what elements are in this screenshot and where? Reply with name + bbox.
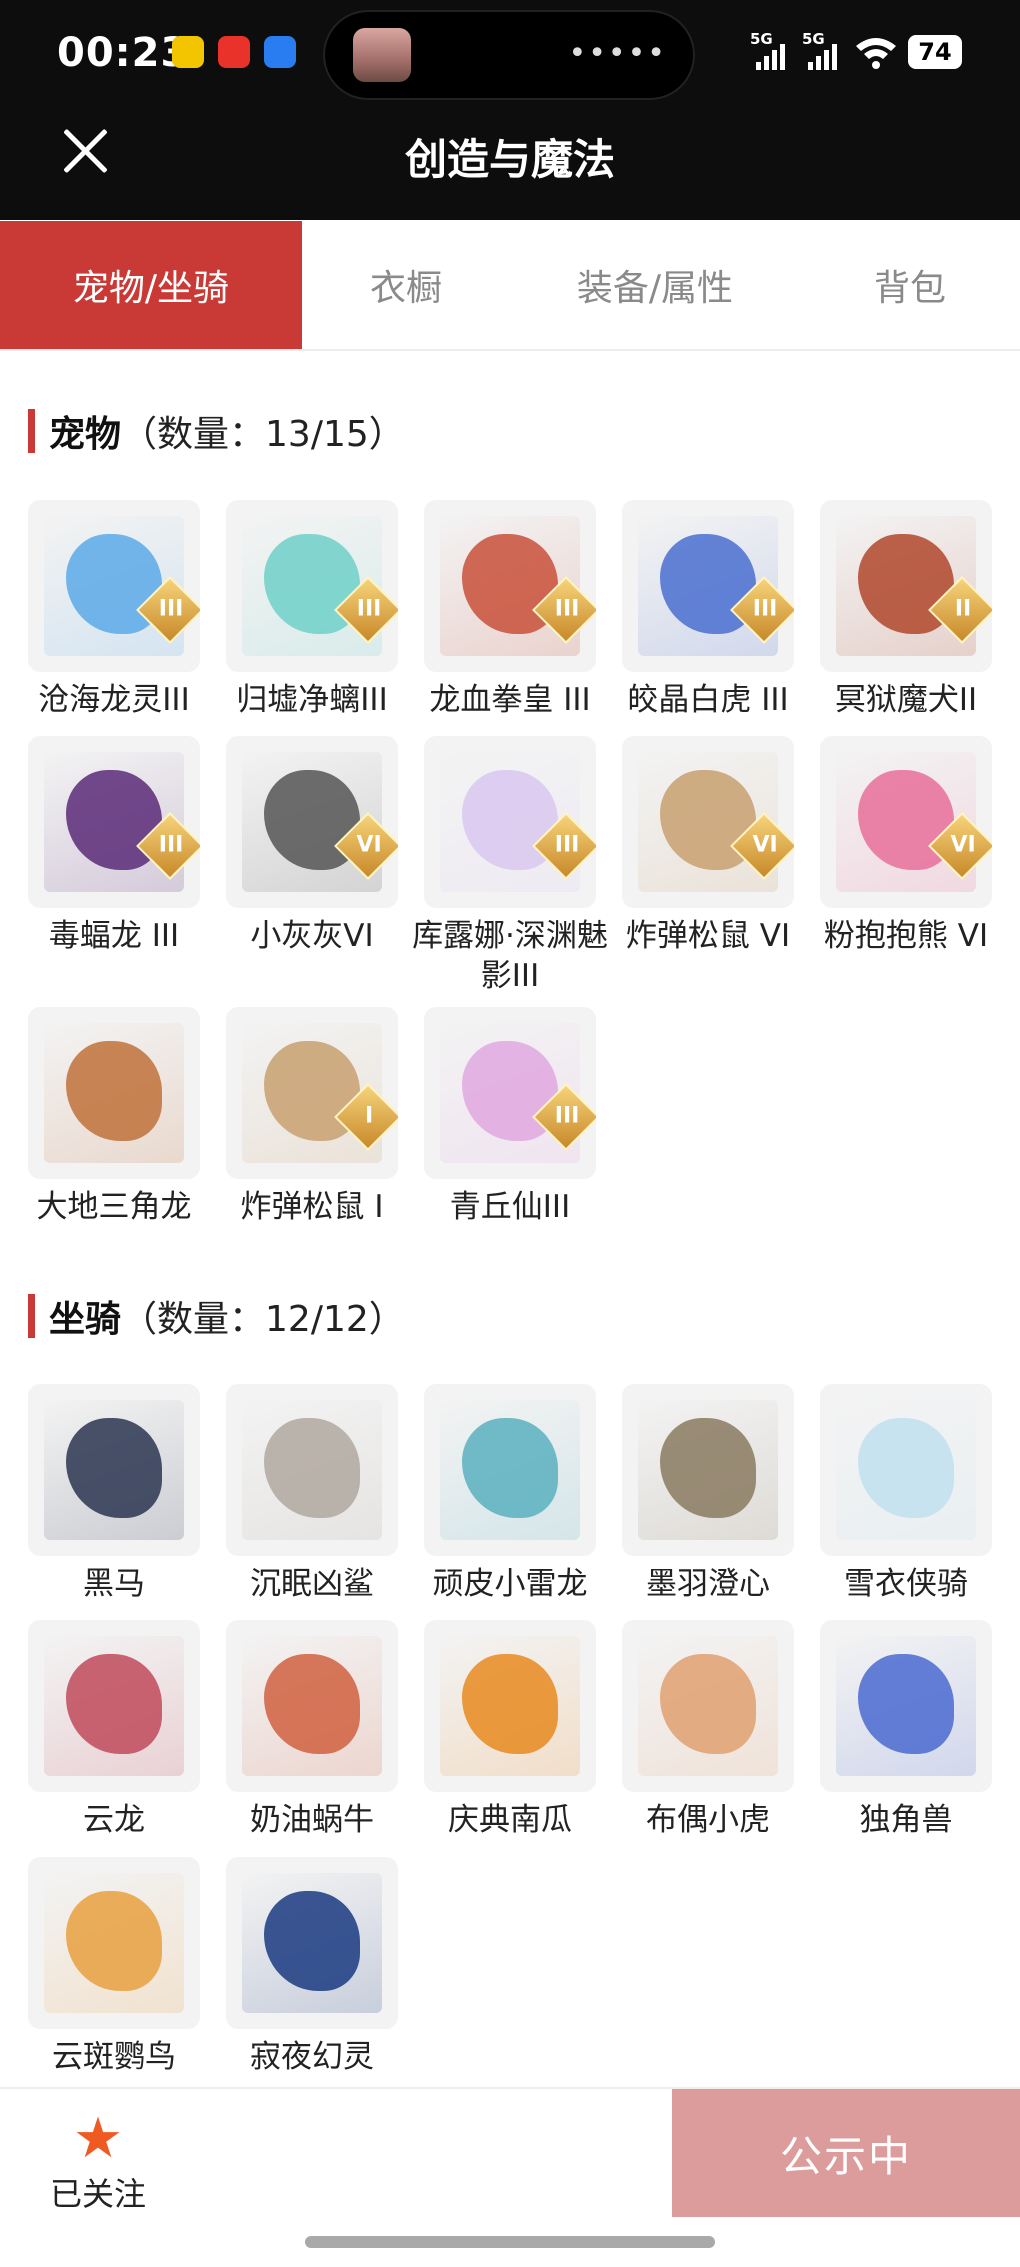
dynamic-island[interactable]: •••••	[323, 10, 695, 100]
wifi-icon	[856, 38, 896, 69]
section-title-mounts: 坐骑 （数量：12/12）	[28, 1293, 405, 1340]
item-name: 寂夜幻灵	[250, 2039, 374, 2075]
tab-pets-mounts[interactable]: 宠物/坐骑	[0, 221, 302, 349]
item-name: 布偶小虎	[646, 1802, 770, 1838]
item-thumbnail: I	[226, 1007, 398, 1179]
item-name: 毒蝠龙 III	[48, 918, 180, 954]
item-thumbnail: III	[28, 500, 200, 672]
app-header: 创造与魔法	[0, 110, 1020, 220]
item-thumbnail: III	[622, 500, 794, 672]
item-thumbnail: II	[820, 500, 992, 672]
item-name: 黑马	[83, 1566, 145, 1602]
item-thumbnail: VI	[622, 736, 794, 908]
item-thumbnail	[28, 1857, 200, 2029]
item-artwork	[242, 1636, 382, 1776]
item-thumbnail: III	[424, 500, 596, 672]
tab-bar: 宠物/坐骑 衣橱 装备/属性 背包	[0, 221, 1020, 351]
item-thumbnail	[28, 1007, 200, 1179]
item-name: 小灰灰VI	[250, 918, 374, 954]
item-artwork	[242, 1873, 382, 2013]
item-artwork	[44, 1023, 184, 1163]
section-accent-bar	[28, 409, 35, 453]
item-name: 顽皮小雷龙	[432, 1566, 588, 1602]
item-artwork	[836, 1400, 976, 1540]
star-icon: ★	[72, 2106, 124, 2171]
item-name: 库露娜·深渊魅影III	[412, 918, 608, 994]
item-name: 奶油蜗牛	[250, 1802, 374, 1838]
item-name: 炸弹松鼠 I	[240, 1189, 384, 1225]
app-notification-icon	[172, 36, 204, 68]
item-name: 皎晶白虎 III	[627, 682, 789, 718]
item-name: 墨羽澄心	[646, 1566, 770, 1602]
item-artwork	[440, 1636, 580, 1776]
item-name: 大地三角龙	[36, 1189, 192, 1225]
clock: 00:23	[57, 30, 190, 76]
item-name: 冥狱魔犬II	[834, 682, 978, 718]
item-thumbnail	[424, 1384, 596, 1556]
item-name: 粉抱抱熊 VI	[823, 918, 989, 954]
item-thumbnail: III	[424, 736, 596, 908]
item-artwork	[44, 1873, 184, 2013]
item-artwork	[44, 1636, 184, 1776]
item-artwork	[836, 1636, 976, 1776]
follow-label: 已关注	[49, 2175, 146, 2213]
tab-backpack[interactable]: 背包	[800, 221, 1020, 349]
media-thumbnail	[353, 28, 411, 82]
item-thumbnail: III	[28, 736, 200, 908]
item-thumbnail	[622, 1620, 794, 1792]
item-name: 沉眠凶鲨	[250, 1566, 374, 1602]
item-name: 雪衣侠骑	[844, 1566, 968, 1602]
item-artwork	[440, 1400, 580, 1540]
page-title: 创造与魔法	[404, 135, 615, 184]
item-thumbnail: III	[424, 1007, 596, 1179]
pets-count: （数量：13/15）	[121, 414, 405, 455]
cellular-signal-icon: 5G	[750, 30, 792, 72]
item-thumbnail	[820, 1384, 992, 1556]
public-status-button[interactable]: 公示中	[672, 2089, 1020, 2217]
section-title-pets: 宠物 （数量：13/15）	[28, 408, 405, 455]
item-thumbnail: VI	[820, 736, 992, 908]
item-artwork	[638, 1636, 778, 1776]
mounts-count: （数量：12/12）	[121, 1299, 405, 1340]
item-thumbnail	[28, 1384, 200, 1556]
item-thumbnail	[226, 1620, 398, 1792]
item-name: 独角兽	[859, 1802, 953, 1838]
tab-equipment-attributes[interactable]: 装备/属性	[510, 221, 800, 349]
item-thumbnail	[622, 1384, 794, 1556]
item-name: 青丘仙III	[449, 1189, 571, 1225]
cellular-signal-icon: 5G	[802, 30, 844, 72]
item-name: 沧海龙灵III	[38, 682, 190, 718]
item-thumbnail	[226, 1384, 398, 1556]
audio-wave-icon: •••••	[568, 36, 667, 71]
battery-icon: 74	[908, 35, 962, 69]
item-thumbnail: VI	[226, 736, 398, 908]
status-bar: 00:23 ••••• 5G 5G 74	[0, 0, 1020, 110]
app-notification-icon	[264, 36, 296, 68]
item-name: 云斑鹦鸟	[52, 2039, 176, 2075]
item-name: 炸弹松鼠 VI	[625, 918, 791, 954]
bottom-action-bar: ★ 已关注 公示中	[0, 2087, 1020, 2219]
item-thumbnail	[820, 1620, 992, 1792]
item-name: 龙血拳皇 III	[429, 682, 591, 718]
item-artwork	[242, 1400, 382, 1540]
item-artwork	[44, 1400, 184, 1540]
tab-wardrobe[interactable]: 衣橱	[302, 221, 510, 349]
item-name: 云龙	[83, 1802, 145, 1838]
section-accent-bar	[28, 1294, 35, 1338]
item-thumbnail	[226, 1857, 398, 2029]
item-artwork	[638, 1400, 778, 1540]
item-thumbnail: III	[226, 500, 398, 672]
follow-button[interactable]: ★ 已关注	[48, 2109, 148, 2215]
app-notification-icon	[218, 36, 250, 68]
item-name: 庆典南瓜	[448, 1802, 572, 1838]
home-indicator[interactable]	[305, 2236, 715, 2248]
item-thumbnail	[424, 1620, 596, 1792]
item-name: 归墟净螭III	[236, 682, 388, 718]
item-thumbnail	[28, 1620, 200, 1792]
